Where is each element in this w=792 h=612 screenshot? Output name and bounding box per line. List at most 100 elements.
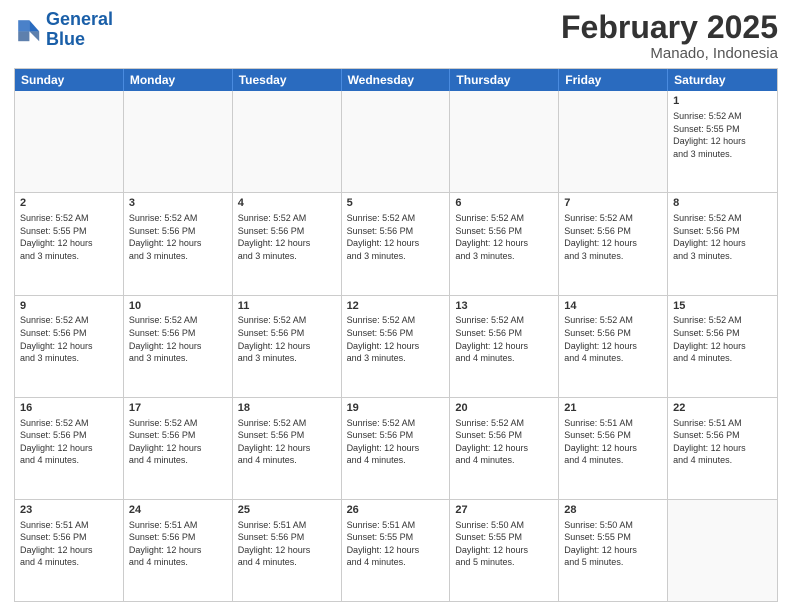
empty-cell xyxy=(559,91,668,192)
day-info: Sunrise: 5:52 AM Sunset: 5:56 PM Dayligh… xyxy=(238,314,336,364)
day-cell: 3Sunrise: 5:52 AM Sunset: 5:56 PM Daylig… xyxy=(124,193,233,294)
day-number: 20 xyxy=(455,401,553,416)
logo-general: General xyxy=(46,9,113,29)
day-number: 3 xyxy=(129,196,227,211)
day-cell: 16Sunrise: 5:52 AM Sunset: 5:56 PM Dayli… xyxy=(15,398,124,499)
day-cell: 12Sunrise: 5:52 AM Sunset: 5:56 PM Dayli… xyxy=(342,296,451,397)
day-number: 2 xyxy=(20,196,118,211)
day-number: 17 xyxy=(129,401,227,416)
calendar-row: 23Sunrise: 5:51 AM Sunset: 5:56 PM Dayli… xyxy=(15,499,777,601)
logo-text: General Blue xyxy=(46,10,113,50)
day-number: 9 xyxy=(20,299,118,314)
day-cell: 19Sunrise: 5:52 AM Sunset: 5:56 PM Dayli… xyxy=(342,398,451,499)
calendar-row: 1Sunrise: 5:52 AM Sunset: 5:55 PM Daylig… xyxy=(15,91,777,192)
day-info: Sunrise: 5:50 AM Sunset: 5:55 PM Dayligh… xyxy=(455,519,553,569)
day-cell: 21Sunrise: 5:51 AM Sunset: 5:56 PM Dayli… xyxy=(559,398,668,499)
day-number: 7 xyxy=(564,196,662,211)
day-info: Sunrise: 5:52 AM Sunset: 5:56 PM Dayligh… xyxy=(455,417,553,467)
day-number: 12 xyxy=(347,299,445,314)
day-number: 25 xyxy=(238,503,336,518)
weekday-header: Saturday xyxy=(668,69,777,91)
day-info: Sunrise: 5:52 AM Sunset: 5:56 PM Dayligh… xyxy=(347,314,445,364)
day-info: Sunrise: 5:51 AM Sunset: 5:56 PM Dayligh… xyxy=(20,519,118,569)
day-info: Sunrise: 5:52 AM Sunset: 5:56 PM Dayligh… xyxy=(347,212,445,262)
page: General Blue February 2025 Manado, Indon… xyxy=(0,0,792,612)
day-cell: 13Sunrise: 5:52 AM Sunset: 5:56 PM Dayli… xyxy=(450,296,559,397)
day-cell: 1Sunrise: 5:52 AM Sunset: 5:55 PM Daylig… xyxy=(668,91,777,192)
month-title: February 2025 xyxy=(561,10,778,45)
calendar-row: 16Sunrise: 5:52 AM Sunset: 5:56 PM Dayli… xyxy=(15,397,777,499)
day-number: 6 xyxy=(455,196,553,211)
day-info: Sunrise: 5:52 AM Sunset: 5:56 PM Dayligh… xyxy=(129,212,227,262)
calendar-body: 1 Sunrise: 5:52 AM Sunset: 5:55 PM Daylig… xyxy=(15,91,777,601)
empty-cell xyxy=(124,91,233,192)
empty-cell xyxy=(233,91,342,192)
day-cell: 11Sunrise: 5:52 AM Sunset: 5:56 PM Dayli… xyxy=(233,296,342,397)
day-cell: 17Sunrise: 5:52 AM Sunset: 5:56 PM Dayli… xyxy=(124,398,233,499)
location: Manado, Indonesia xyxy=(561,45,778,62)
day-number: 23 xyxy=(20,503,118,518)
day-cell: 24Sunrise: 5:51 AM Sunset: 5:56 PM Dayli… xyxy=(124,500,233,601)
day-info: Sunrise: 5:52 AM Sunset: 5:56 PM Dayligh… xyxy=(455,314,553,364)
calendar-row: 2Sunrise: 5:52 AM Sunset: 5:55 PM Daylig… xyxy=(15,192,777,294)
day-cell: 27Sunrise: 5:50 AM Sunset: 5:55 PM Dayli… xyxy=(450,500,559,601)
day-cell: 4Sunrise: 5:52 AM Sunset: 5:56 PM Daylig… xyxy=(233,193,342,294)
day-number: 1 xyxy=(673,94,772,109)
weekday-header: Tuesday xyxy=(233,69,342,91)
day-cell: 15Sunrise: 5:52 AM Sunset: 5:56 PM Dayli… xyxy=(668,296,777,397)
empty-cell xyxy=(450,91,559,192)
title-block: February 2025 Manado, Indonesia xyxy=(561,10,778,62)
calendar-row: 9Sunrise: 5:52 AM Sunset: 5:56 PM Daylig… xyxy=(15,295,777,397)
day-cell: 7Sunrise: 5:52 AM Sunset: 5:56 PM Daylig… xyxy=(559,193,668,294)
day-number: 5 xyxy=(347,196,445,211)
day-cell: 23Sunrise: 5:51 AM Sunset: 5:56 PM Dayli… xyxy=(15,500,124,601)
empty-cell xyxy=(15,91,124,192)
day-number: 4 xyxy=(238,196,336,211)
day-number: 15 xyxy=(673,299,772,314)
day-number: 8 xyxy=(673,196,772,211)
day-cell: 25Sunrise: 5:51 AM Sunset: 5:56 PM Dayli… xyxy=(233,500,342,601)
logo-blue: Blue xyxy=(46,29,85,49)
day-info: Sunrise: 5:52 AM Sunset: 5:55 PM Dayligh… xyxy=(20,212,118,262)
logo-icon xyxy=(14,16,42,44)
day-cell: 22Sunrise: 5:51 AM Sunset: 5:56 PM Dayli… xyxy=(668,398,777,499)
header: General Blue February 2025 Manado, Indon… xyxy=(14,10,778,62)
day-cell: 26Sunrise: 5:51 AM Sunset: 5:55 PM Dayli… xyxy=(342,500,451,601)
day-info: Sunrise: 5:50 AM Sunset: 5:55 PM Dayligh… xyxy=(564,519,662,569)
day-cell: 6Sunrise: 5:52 AM Sunset: 5:56 PM Daylig… xyxy=(450,193,559,294)
day-info: Sunrise: 5:52 AM Sunset: 5:56 PM Dayligh… xyxy=(564,212,662,262)
weekday-header: Sunday xyxy=(15,69,124,91)
calendar: SundayMondayTuesdayWednesdayThursdayFrid… xyxy=(14,68,778,602)
day-info: Sunrise: 5:51 AM Sunset: 5:56 PM Dayligh… xyxy=(238,519,336,569)
day-cell: 8Sunrise: 5:52 AM Sunset: 5:56 PM Daylig… xyxy=(668,193,777,294)
day-number: 14 xyxy=(564,299,662,314)
day-info: Sunrise: 5:52 AM Sunset: 5:56 PM Dayligh… xyxy=(347,417,445,467)
day-info: Sunrise: 5:51 AM Sunset: 5:55 PM Dayligh… xyxy=(347,519,445,569)
day-cell: 9Sunrise: 5:52 AM Sunset: 5:56 PM Daylig… xyxy=(15,296,124,397)
day-info: Sunrise: 5:52 AM Sunset: 5:56 PM Dayligh… xyxy=(238,417,336,467)
day-number: 26 xyxy=(347,503,445,518)
day-number: 27 xyxy=(455,503,553,518)
day-info: Sunrise: 5:52 AM Sunset: 5:56 PM Dayligh… xyxy=(455,212,553,262)
day-number: 18 xyxy=(238,401,336,416)
day-number: 21 xyxy=(564,401,662,416)
day-cell: 20Sunrise: 5:52 AM Sunset: 5:56 PM Dayli… xyxy=(450,398,559,499)
day-info: Sunrise: 5:52 AM Sunset: 5:56 PM Dayligh… xyxy=(20,314,118,364)
day-cell: 5Sunrise: 5:52 AM Sunset: 5:56 PM Daylig… xyxy=(342,193,451,294)
weekday-header: Monday xyxy=(124,69,233,91)
day-info: Sunrise: 5:51 AM Sunset: 5:56 PM Dayligh… xyxy=(673,417,772,467)
weekday-header: Thursday xyxy=(450,69,559,91)
day-cell: 14Sunrise: 5:52 AM Sunset: 5:56 PM Dayli… xyxy=(559,296,668,397)
day-info: Sunrise: 5:52 AM Sunset: 5:56 PM Dayligh… xyxy=(129,417,227,467)
day-info: Sunrise: 5:51 AM Sunset: 5:56 PM Dayligh… xyxy=(129,519,227,569)
day-info: Sunrise: 5:52 AM Sunset: 5:56 PM Dayligh… xyxy=(238,212,336,262)
day-info: Sunrise: 5:52 AM Sunset: 5:56 PM Dayligh… xyxy=(564,314,662,364)
day-info: Sunrise: 5:52 AM Sunset: 5:56 PM Dayligh… xyxy=(20,417,118,467)
day-cell: 18Sunrise: 5:52 AM Sunset: 5:56 PM Dayli… xyxy=(233,398,342,499)
day-cell: 10Sunrise: 5:52 AM Sunset: 5:56 PM Dayli… xyxy=(124,296,233,397)
logo: General Blue xyxy=(14,10,113,50)
day-number: 16 xyxy=(20,401,118,416)
day-info: Sunrise: 5:51 AM Sunset: 5:56 PM Dayligh… xyxy=(564,417,662,467)
day-number: 10 xyxy=(129,299,227,314)
day-cell: 2Sunrise: 5:52 AM Sunset: 5:55 PM Daylig… xyxy=(15,193,124,294)
